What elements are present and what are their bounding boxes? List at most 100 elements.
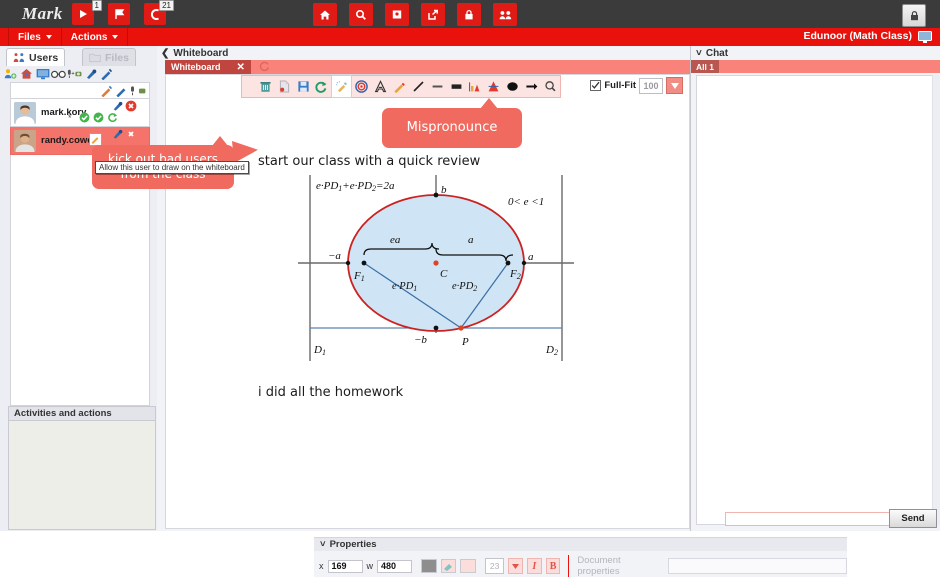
label-a: a [528,251,534,263]
close-icon[interactable]: ✕ [237,62,245,73]
italic-button[interactable]: I [526,558,542,574]
drawing-toolbar [241,75,561,98]
cone-tool[interactable] [484,76,503,97]
tab-users[interactable]: Users [6,48,66,66]
avatar [14,101,36,124]
presentation-icon [392,10,402,18]
chat-input[interactable] [725,512,900,526]
breadcrumb[interactable]: ❮ Whiteboard [157,46,690,60]
glasses-icon[interactable] [51,67,66,81]
ellipse-diagram[interactable]: e·PD1+e·PD2=2a 0< e <1 b −b a −a ea a C … [296,173,576,363]
check-icon[interactable] [79,112,90,123]
flag-icon [114,8,124,19]
save-tool[interactable] [294,76,313,97]
users-button[interactable] [493,3,517,26]
lock-button[interactable] [457,3,481,26]
user-home-icon[interactable] [19,67,34,81]
eraser-button[interactable] [440,559,457,573]
user-row-mark[interactable]: mark.kory * [10,99,150,127]
search-button[interactable] [349,3,373,26]
zoom-value[interactable]: 100 [639,77,663,94]
text-tool[interactable] [371,76,390,97]
x-input[interactable]: 169 [327,559,363,573]
checkbox-checked-icon[interactable] [590,80,602,91]
line-tool[interactable] [409,76,428,97]
w-input[interactable]: 480 [377,559,413,573]
monitor-icon[interactable] [35,67,50,81]
document-properties-input[interactable] [667,558,847,574]
properties-title: Properties [329,539,377,550]
divider [568,555,570,577]
user-status: * [68,113,72,123]
zoom-dropdown-button[interactable] [666,77,683,94]
zoom-tool[interactable] [541,76,560,97]
new-document-tool[interactable] [275,76,294,97]
remove-user-icon[interactable] [125,100,137,112]
rectangle-tool[interactable] [447,76,466,97]
chat-tab-all[interactable]: All 1 [691,60,719,73]
board-button[interactable] [385,3,409,26]
users-icon [13,53,25,62]
tab-files[interactable]: Files [82,48,136,66]
chevron-left-icon: ❮ [161,47,170,59]
microphone-icon[interactable] [111,100,123,112]
font-size-input[interactable]: 23 [484,558,505,574]
menu-files[interactable]: Files [8,28,62,46]
pencil-tool[interactable] [390,76,409,97]
microphone-icon[interactable] [111,128,123,140]
whiteboard-tab[interactable]: Whiteboard ✕ [165,60,251,74]
arrow-tool[interactable] [522,76,541,97]
font-size-dropdown[interactable] [508,558,523,574]
mic-camera-icon[interactable] [130,85,146,97]
refresh-icon[interactable] [259,61,270,72]
undo-tool[interactable] [313,76,332,97]
refresh-icon[interactable] [107,112,118,123]
chevron-down-icon [670,82,679,89]
pencil-icon[interactable] [99,67,114,81]
whiteboard-text-top[interactable]: start our class with a quick review [258,154,480,169]
trash-tool[interactable] [256,76,275,97]
chat-header[interactable]: ˅ Chat [691,46,940,60]
play-button[interactable]: 1 [72,0,102,25]
activities-panel: Activities and actions [8,406,156,531]
fill-color-swatch[interactable] [421,559,437,573]
microphone-icon[interactable] [83,67,98,81]
home-button[interactable] [313,3,337,26]
remove-user-icon[interactable] [125,128,137,140]
chat-panel: ˅ Chat All 1 Send [690,46,940,531]
check-icon[interactable] [93,112,104,123]
document-properties-label: Document properties [577,555,621,577]
properties-header[interactable]: ˅ Properties [314,537,847,551]
call-button[interactable]: 21 [144,0,174,25]
draw-permission-icon[interactable] [100,85,113,97]
flag-button[interactable] [108,3,130,25]
session-lock-button[interactable] [902,4,926,27]
menu-actions-label: Actions [70,31,108,43]
stroke-color-swatch[interactable] [460,559,476,573]
callout-mispronounce: Mispronounce [382,98,522,148]
w-label: w [366,561,374,571]
send-button[interactable]: Send [889,509,937,528]
menu-actions[interactable]: Actions [62,28,129,46]
callout-tail [212,136,228,146]
tab-files-label: Files [105,51,129,64]
chat-scrollbar[interactable] [932,75,940,525]
app-window: Mark 1 21 Files Actions Edunoor (Math Cl… [0,0,940,577]
whiteboard-text-bottom[interactable]: i did all the homework [258,385,403,400]
chart-tool[interactable] [466,76,485,97]
bold-button[interactable]: B [545,558,561,574]
share-button[interactable] [421,3,445,26]
mic-camera-icon[interactable]: + [67,67,82,81]
play-badge: 1 [91,0,102,11]
add-user-icon[interactable] [3,67,18,81]
diagram-equation: e·PD1+e·PD2=2a [316,180,395,193]
chevron-down-icon: ˅ [696,47,702,59]
pencil-icon[interactable] [115,85,128,97]
horizontal-line-tool[interactable] [428,76,447,97]
target-tool[interactable] [352,76,371,97]
label-d2: D2 [545,344,558,357]
clean-tool[interactable] [331,75,353,98]
left-tabs: Users Files [0,46,157,66]
label-d1: D1 [313,344,326,357]
ellipse-tool[interactable] [503,76,522,97]
